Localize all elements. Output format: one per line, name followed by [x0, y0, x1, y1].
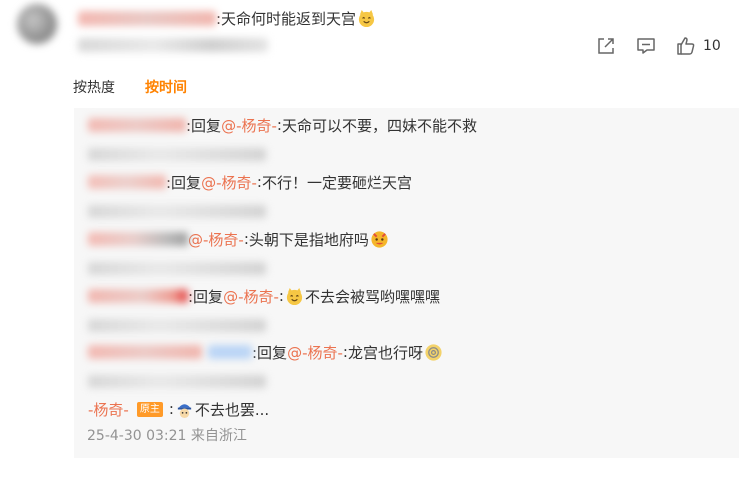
like-count: 10 — [703, 38, 721, 54]
uploader-badge: 原主 — [136, 401, 163, 417]
reply-prefix: :回复 — [186, 116, 222, 135]
cat-face-emoji — [358, 9, 375, 27]
author-name[interactable]: -杨奇- — [88, 399, 129, 420]
reply-list: :回复 @-杨奇- : 天命可以不要，四妹不能不救 :回复 @-杨奇- : 不行… — [74, 108, 739, 458]
comment-icon[interactable] — [636, 36, 656, 56]
list-item: @-杨奇- : 头朝下是指地府吗 — [88, 228, 390, 250]
mention-link[interactable]: @-杨奇- — [287, 342, 343, 363]
thumbs-up-icon[interactable] — [676, 36, 696, 56]
reply-text: 天命可以不要，四妹不能不救 — [281, 116, 477, 135]
reply-meta — [88, 148, 266, 161]
reply-text: 不去也罢... — [194, 400, 270, 419]
share-icon[interactable] — [596, 36, 616, 56]
list-item: -杨奇- 原主 : 不去也罢... — [88, 398, 269, 420]
reply-text: 龙宫也行呀 — [347, 343, 423, 362]
blue-hat-sticker-emoji — [177, 403, 192, 418]
reply-meta — [88, 375, 266, 388]
reply-username[interactable] — [88, 232, 188, 246]
mention-link[interactable]: @-杨奇- — [201, 172, 257, 193]
reply-username[interactable] — [88, 118, 186, 132]
sort-by-time-tab[interactable]: 按时间 — [145, 78, 187, 98]
sort-by-hot-tab[interactable]: 按热度 — [73, 78, 115, 98]
top-comment-text: :天命何时能返到天宫 — [216, 9, 357, 28]
reply-text: 不去会被骂哟嘿嘿嘿 — [304, 287, 440, 306]
reply-meta — [88, 262, 266, 275]
dizzy-face-emoji — [425, 343, 442, 361]
reply-separator: : — [278, 287, 284, 305]
mention-link[interactable]: @-杨奇- — [221, 115, 277, 136]
reply-prefix: :回复 — [166, 173, 202, 192]
reply-meta — [88, 319, 266, 332]
top-comment-line: :天命何时能返到天宫 — [78, 7, 377, 29]
reply-username[interactable] — [88, 289, 188, 303]
list-item: :回复 @-杨奇- : 龙宫也行呀 — [88, 341, 444, 363]
mention-link[interactable]: @-杨奇- — [188, 229, 244, 250]
reply-prefix: :回复 — [252, 343, 288, 362]
reply-separator: : — [168, 400, 174, 418]
reply-username[interactable] — [88, 345, 202, 359]
top-comment-username[interactable] — [78, 10, 216, 26]
sticker-emoji — [371, 230, 388, 248]
mention-link[interactable]: @-杨奇- — [223, 286, 279, 307]
reply-prefix: :回复 — [188, 287, 224, 306]
top-comment-meta — [78, 38, 268, 52]
reply-username[interactable] — [88, 175, 166, 189]
list-item: :回复 @-杨奇- : 不行！一定要砸烂天宫 — [88, 171, 412, 193]
cat-face-emoji — [286, 287, 303, 305]
list-item: :回复 @-杨奇- : 天命可以不要，四妹不能不救 — [88, 114, 477, 136]
avatar[interactable] — [17, 4, 57, 44]
reply-text: 不行！一定要砸烂天宫 — [261, 173, 412, 192]
reply-text: 头朝下是指地府吗 — [248, 230, 369, 249]
reply-timestamp: 25-4-30 03:21 来自浙江 — [87, 428, 247, 444]
reply-username-badge — [208, 345, 252, 359]
list-item: :回复 @-杨奇- : 不去会被骂哟嘿嘿嘿 — [88, 285, 440, 307]
reply-meta — [88, 205, 266, 218]
